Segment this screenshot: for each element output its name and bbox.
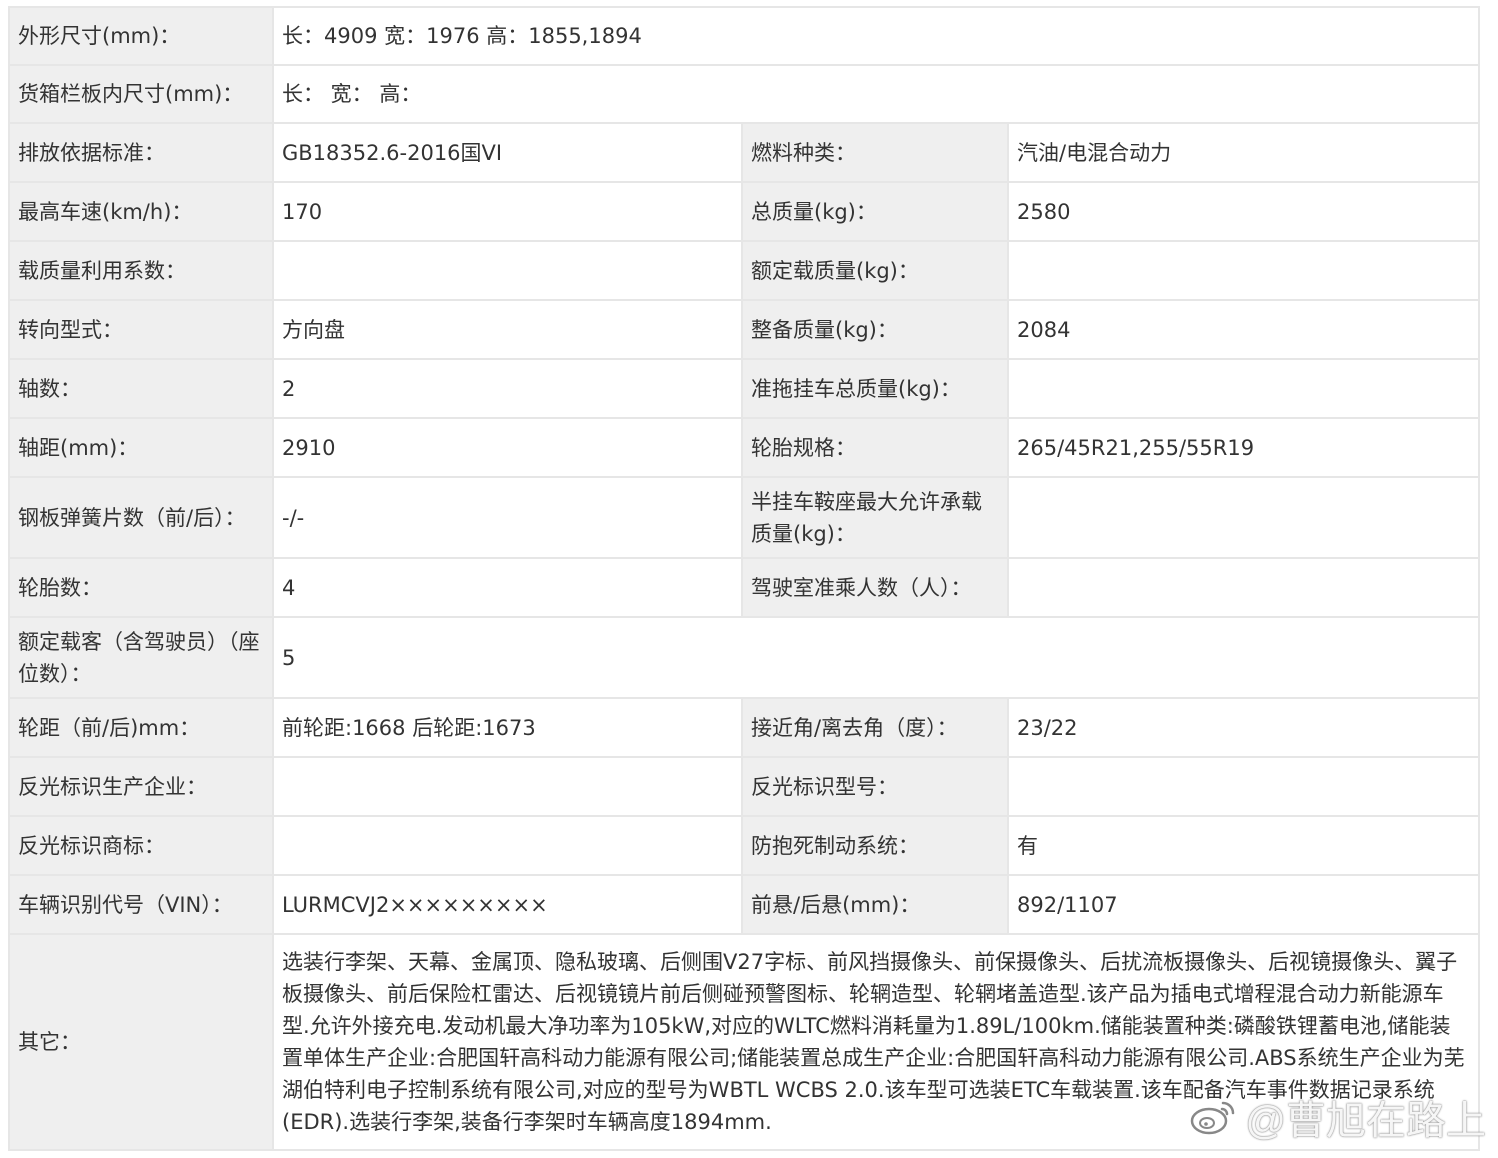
- value-wheelbase: 2910: [272, 417, 743, 478]
- label-other: 其它：: [8, 933, 274, 1151]
- value-axle-count: 2: [272, 358, 743, 419]
- table-row: 转向型式： 方向盘 整备质量(kg)： 2084: [8, 299, 1480, 360]
- value-cab-occupants: [1007, 557, 1480, 618]
- table-row: 轮距（前/后)mm： 前轮距:1668 后轮距:1673 接近角/离去角（度）：…: [8, 697, 1480, 758]
- label-leaf-springs: 钢板弹簧片数（前/后）：: [8, 476, 274, 559]
- value-reflector-trademark: [272, 815, 743, 876]
- label-vin: 车辆识别代号（VIN）：: [8, 874, 274, 935]
- table-row: 钢板弹簧片数（前/后）： -/- 半挂车鞍座最大允许承载质量(kg)：: [8, 476, 1480, 559]
- label-steering-type: 转向型式：: [8, 299, 274, 360]
- value-rated-passengers: 5: [272, 616, 1480, 699]
- table-row: 最高车速(km/h)： 170 总质量(kg)： 2580: [8, 181, 1480, 242]
- label-wheelbase: 轴距(mm)：: [8, 417, 274, 478]
- label-semitrailer-saddle-load: 半挂车鞍座最大允许承载质量(kg)：: [741, 476, 1009, 559]
- watermark-text: @曹旭在路上: [1245, 1099, 1486, 1143]
- label-trailer-mass: 准拖挂车总质量(kg)：: [741, 358, 1009, 419]
- value-cargo-box-dimensions: 长： 宽： 高：: [272, 64, 1480, 124]
- table-row: 外形尺寸(mm)： 长：4909 宽：1976 高：1855,1894: [8, 6, 1480, 66]
- label-emission-standard: 排放依据标准：: [8, 122, 274, 183]
- value-overhang: 892/1107: [1007, 874, 1480, 935]
- label-dimensions: 外形尺寸(mm)：: [8, 6, 274, 66]
- value-approach-departure-angle: 23/22: [1007, 697, 1480, 758]
- label-reflector-model: 反光标识型号：: [741, 756, 1009, 817]
- label-load-utilization: 载质量利用系数：: [8, 240, 274, 301]
- label-axle-count: 轴数：: [8, 358, 274, 419]
- value-tire-count: 4: [272, 557, 743, 618]
- table-row: 反光标识商标： 防抱死制动系统： 有: [8, 815, 1480, 876]
- label-cargo-box-dimensions: 货箱栏板内尺寸(mm)：: [8, 64, 274, 124]
- value-load-utilization: [272, 240, 743, 301]
- table-row: 载质量利用系数： 额定载质量(kg)：: [8, 240, 1480, 301]
- table-row: 轮胎数： 4 驾驶室准乘人数（人）：: [8, 557, 1480, 618]
- table-row: 车辆识别代号（VIN）： LURMCVJ2××××××××× 前悬/后悬(mm)…: [8, 874, 1480, 935]
- value-reflector-manufacturer: [272, 756, 743, 817]
- value-leaf-springs: -/-: [272, 476, 743, 559]
- label-fuel-type: 燃料种类：: [741, 122, 1009, 183]
- value-fuel-type: 汽油/电混合动力: [1007, 122, 1480, 183]
- value-emission-standard: GB18352.6-2016国VI: [272, 122, 743, 183]
- label-rated-load: 额定载质量(kg)：: [741, 240, 1009, 301]
- value-reflector-model: [1007, 756, 1480, 817]
- weibo-icon: [1191, 1101, 1235, 1135]
- label-abs: 防抱死制动系统：: [741, 815, 1009, 876]
- label-cab-occupants: 驾驶室准乘人数（人）：: [741, 557, 1009, 618]
- value-trailer-mass: [1007, 358, 1480, 419]
- value-dimensions: 长：4909 宽：1976 高：1855,1894: [272, 6, 1480, 66]
- table-row: 轴距(mm)： 2910 轮胎规格： 265/45R21,255/55R19: [8, 417, 1480, 478]
- value-max-speed: 170: [272, 181, 743, 242]
- label-gross-mass: 总质量(kg)：: [741, 181, 1009, 242]
- table-row: 排放依据标准： GB18352.6-2016国VI 燃料种类： 汽油/电混合动力: [8, 122, 1480, 183]
- value-gross-mass: 2580: [1007, 181, 1480, 242]
- value-tire-spec: 265/45R21,255/55R19: [1007, 417, 1480, 478]
- label-track-width: 轮距（前/后)mm：: [8, 697, 274, 758]
- value-vin: LURMCVJ2×××××××××: [272, 874, 743, 935]
- label-reflector-manufacturer: 反光标识生产企业：: [8, 756, 274, 817]
- label-max-speed: 最高车速(km/h)：: [8, 181, 274, 242]
- table-row: 轴数： 2 准拖挂车总质量(kg)：: [8, 358, 1480, 419]
- vehicle-spec-table: 外形尺寸(mm)： 长：4909 宽：1976 高：1855,1894 货箱栏板…: [8, 6, 1480, 1151]
- label-approach-departure-angle: 接近角/离去角（度）：: [741, 697, 1009, 758]
- value-steering-type: 方向盘: [272, 299, 743, 360]
- value-curb-weight: 2084: [1007, 299, 1480, 360]
- table-row: 货箱栏板内尺寸(mm)： 长： 宽： 高：: [8, 64, 1480, 124]
- label-tire-spec: 轮胎规格：: [741, 417, 1009, 478]
- label-curb-weight: 整备质量(kg)：: [741, 299, 1009, 360]
- table-row: 反光标识生产企业： 反光标识型号：: [8, 756, 1480, 817]
- value-rated-load: [1007, 240, 1480, 301]
- table-row: 额定载客（含驾驶员）（座位数）： 5: [8, 616, 1480, 699]
- value-track-width: 前轮距:1668 后轮距:1673: [272, 697, 743, 758]
- label-overhang: 前悬/后悬(mm)：: [741, 874, 1009, 935]
- watermark: @曹旭在路上: [1189, 1088, 1486, 1146]
- value-abs: 有: [1007, 815, 1480, 876]
- label-rated-passengers: 额定载客（含驾驶员）（座位数）：: [8, 616, 274, 699]
- label-tire-count: 轮胎数：: [8, 557, 274, 618]
- value-semitrailer-saddle-load: [1007, 476, 1480, 559]
- label-reflector-trademark: 反光标识商标：: [8, 815, 274, 876]
